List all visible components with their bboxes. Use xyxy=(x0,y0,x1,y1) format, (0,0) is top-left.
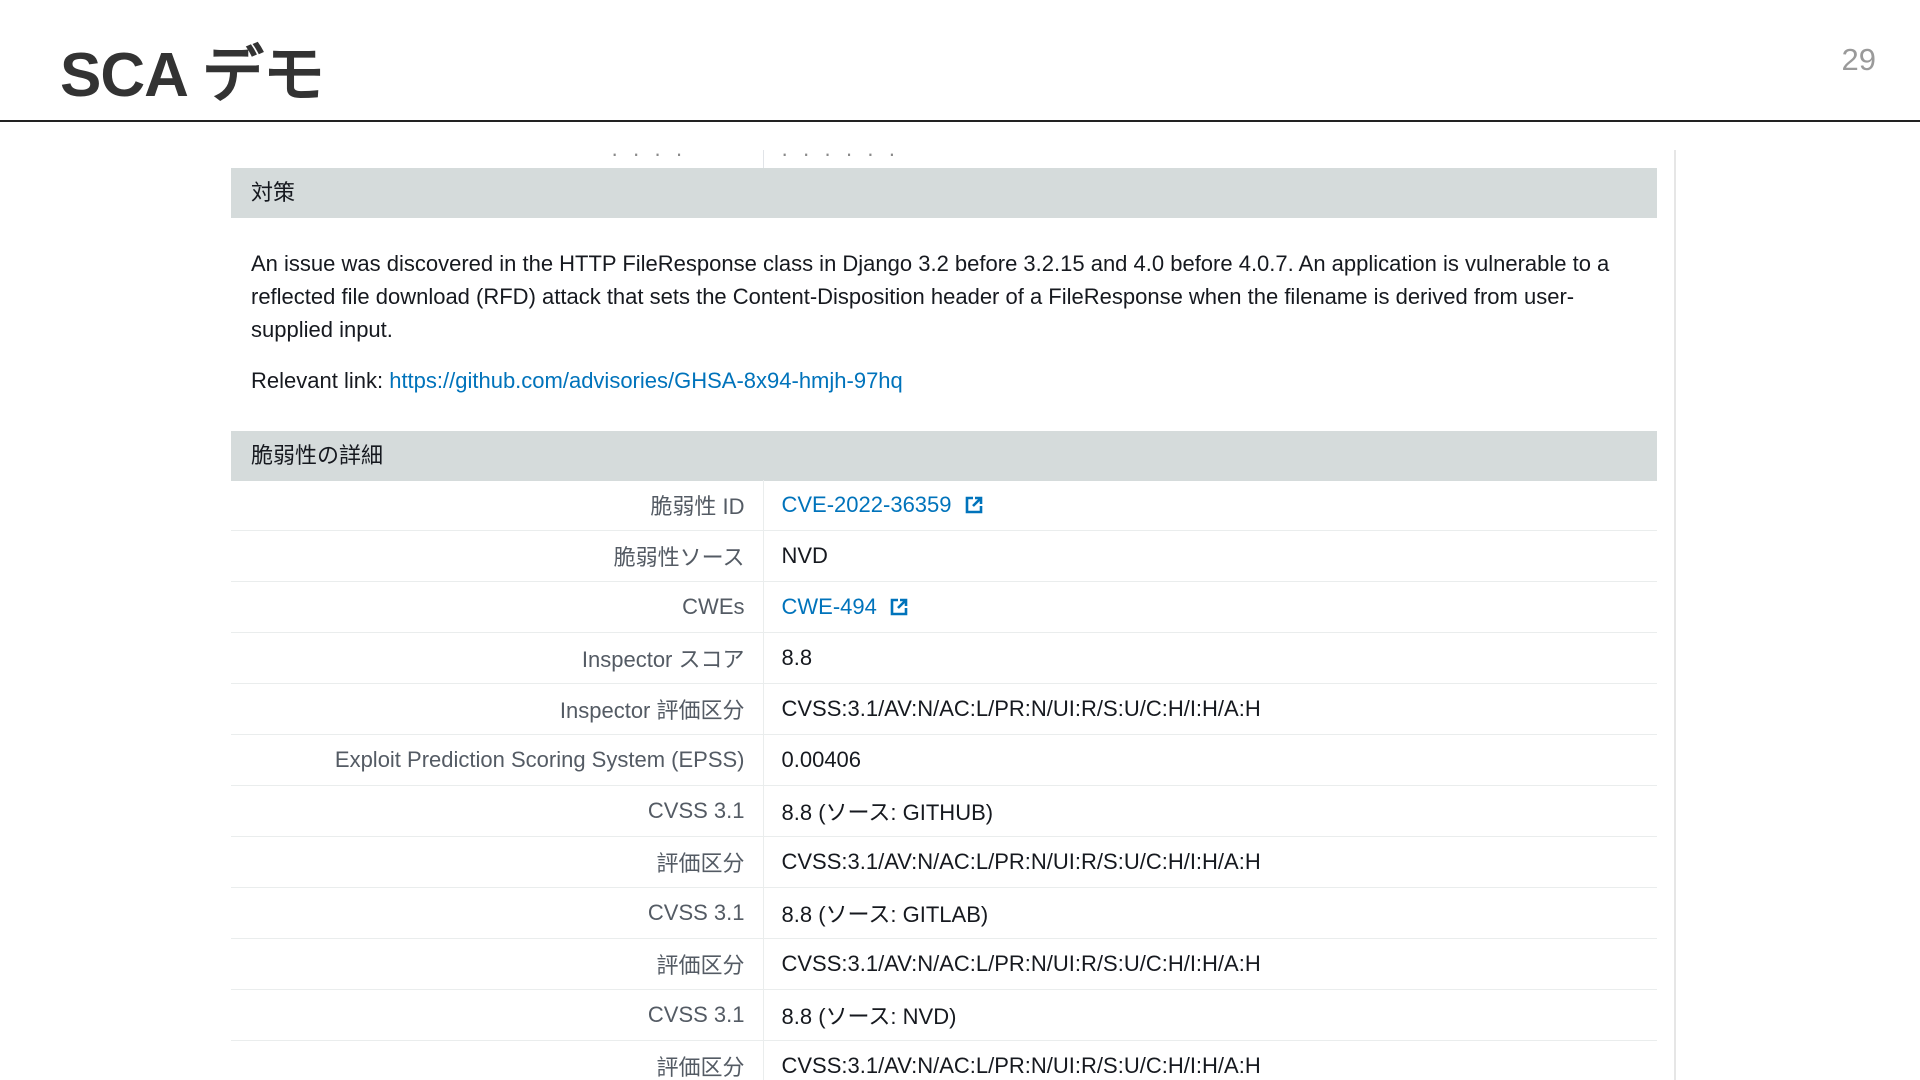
table-row: 脆弱性ソース NVD xyxy=(231,530,1657,582)
external-link-icon[interactable] xyxy=(964,495,984,515)
table-row: Exploit Prediction Scoring System (EPSS)… xyxy=(231,734,1657,786)
row-value: 8.8 (ソース: GITLAB) xyxy=(763,887,1657,939)
row-label: 脆弱性 ID xyxy=(231,480,764,531)
row-value: CWE-494 xyxy=(763,581,1657,633)
row-label: 評価区分 xyxy=(231,938,764,990)
cut-off-label-fragment: · · · · xyxy=(611,150,687,166)
title-divider xyxy=(0,120,1920,122)
row-label: CVSS 3.1 xyxy=(231,785,764,837)
table-row: CWEs CWE-494 xyxy=(231,581,1657,633)
row-value: CVSS:3.1/AV:N/AC:L/PR:N/UI:R/S:U/C:H/I:H… xyxy=(763,1040,1657,1080)
row-value: 0.00406 xyxy=(763,734,1657,786)
remediation-header: 対策 xyxy=(231,168,1657,218)
table-row: CVSS 3.1 8.8 (ソース: GITHUB) xyxy=(231,785,1657,837)
table-row: CVSS 3.1 8.8 (ソース: NVD) xyxy=(231,989,1657,1041)
row-value: 8.8 xyxy=(763,632,1657,684)
relevant-link-label: Relevant link: xyxy=(251,368,384,393)
page-number: 29 xyxy=(1841,42,1876,77)
table-row: Inspector スコア 8.8 xyxy=(231,632,1657,684)
row-label: 評価区分 xyxy=(231,836,764,888)
relevant-link-line: Relevant link: https://github.com/adviso… xyxy=(251,364,1641,397)
row-value: CVSS:3.1/AV:N/AC:L/PR:N/UI:R/S:U/C:H/I:H… xyxy=(763,836,1657,888)
table-row: Inspector 評価区分 CVSS:3.1/AV:N/AC:L/PR:N/U… xyxy=(231,683,1657,735)
slide-title: SCA デモ xyxy=(60,41,325,110)
table-row: 評価区分 CVSS:3.1/AV:N/AC:L/PR:N/UI:R/S:U/C:… xyxy=(231,938,1657,990)
row-value: CVE-2022-36359 xyxy=(763,480,1657,531)
cve-link[interactable]: CVE-2022-36359 xyxy=(782,492,952,517)
row-label: 評価区分 xyxy=(231,1040,764,1080)
row-label: Inspector スコア xyxy=(231,632,764,684)
table-row: 評価区分 CVSS:3.1/AV:N/AC:L/PR:N/UI:R/S:U/C:… xyxy=(231,836,1657,888)
panel-border xyxy=(1674,150,1676,1080)
cwe-link[interactable]: CWE-494 xyxy=(782,594,877,619)
row-label: CVSS 3.1 xyxy=(231,989,764,1041)
remediation-description: An issue was discovered in the HTTP File… xyxy=(251,251,1610,342)
row-value: CVSS:3.1/AV:N/AC:L/PR:N/UI:R/S:U/C:H/I:H… xyxy=(763,938,1657,990)
vulnerability-details-header: 脆弱性の詳細 xyxy=(231,431,1657,481)
row-value: 8.8 (ソース: NVD) xyxy=(763,989,1657,1041)
row-label: Exploit Prediction Scoring System (EPSS) xyxy=(231,734,764,786)
table-row: 評価区分 CVSS:3.1/AV:N/AC:L/PR:N/UI:R/S:U/C:… xyxy=(231,1040,1657,1080)
table-row: 脆弱性 ID CVE-2022-36359 xyxy=(231,480,1657,531)
table-row: CVSS 3.1 8.8 (ソース: GITLAB) xyxy=(231,887,1657,939)
external-link-icon[interactable] xyxy=(889,597,909,617)
row-value: 8.8 (ソース: GITHUB) xyxy=(763,785,1657,837)
screenshot-panel: · · · · · · · · · · 対策 An issue was disc… xyxy=(231,150,1677,1080)
row-label: CVSS 3.1 xyxy=(231,887,764,939)
row-value: CVSS:3.1/AV:N/AC:L/PR:N/UI:R/S:U/C:H/I:H… xyxy=(763,683,1657,735)
relevant-link[interactable]: https://github.com/advisories/GHSA-8x94-… xyxy=(389,368,903,393)
row-value: NVD xyxy=(763,530,1657,582)
row-label: CWEs xyxy=(231,581,764,633)
cut-off-row: · · · · · · · · · · xyxy=(231,150,1657,168)
row-label: 脆弱性ソース xyxy=(231,530,764,582)
cut-off-value-fragment: · · · · · · xyxy=(781,150,900,166)
table-divider xyxy=(763,150,764,168)
row-label: Inspector 評価区分 xyxy=(231,683,764,735)
vulnerability-details-table: 脆弱性 ID CVE-2022-36359 脆弱性ソース NVD CWEs CW… xyxy=(231,480,1657,1080)
